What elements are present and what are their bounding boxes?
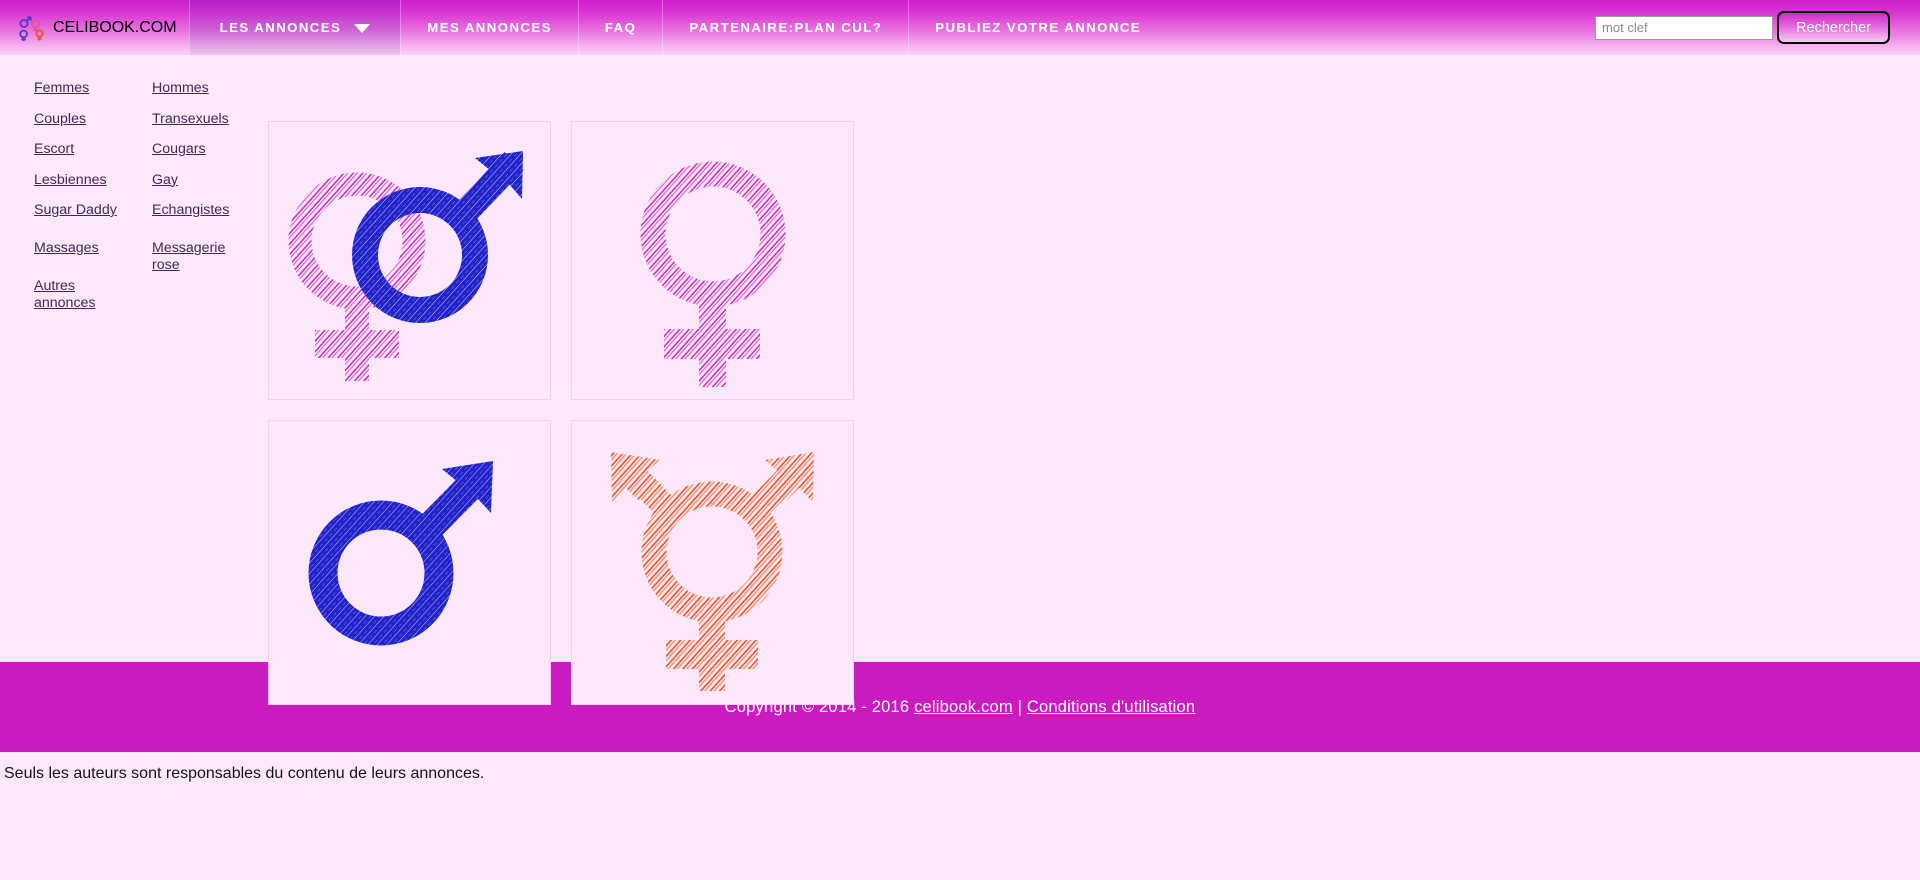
- gender-symbols-icon: [19, 15, 44, 41]
- footer-separator: |: [1012, 697, 1027, 716]
- sidebar-item-femmes[interactable]: Femmes: [34, 80, 89, 96]
- sidebar-item-escort[interactable]: Escort: [34, 141, 74, 157]
- transgender-symbol-tile[interactable]: [571, 420, 854, 705]
- site-header: CELIBOOK.COM LES ANNONCES MES ANNONCES F…: [0, 0, 1920, 55]
- brand-logo-area[interactable]: CELIBOOK.COM: [0, 0, 189, 55]
- male-symbol-icon: [308, 460, 493, 645]
- nav-item-les-annonces[interactable]: LES ANNONCES: [188, 0, 401, 55]
- celibook-link[interactable]: celibook.com: [914, 698, 1013, 716]
- sidebar-column-right: Hommes Transexuels Cougars Gay Echangist…: [152, 80, 270, 326]
- sidebar-item-hommes[interactable]: Hommes: [152, 80, 209, 96]
- brand-name: CELIBOOK.COM: [53, 18, 177, 36]
- male-symbol-tile[interactable]: [268, 420, 551, 705]
- terms-link[interactable]: Conditions d'utilisation: [1027, 698, 1195, 716]
- sidebar-item-autres-annonces[interactable]: Autres annonces: [34, 278, 112, 311]
- sidebar-item-couples[interactable]: Couples: [34, 111, 86, 127]
- couple-symbol-tile[interactable]: [268, 121, 551, 400]
- search-input[interactable]: [1595, 15, 1774, 40]
- nav-item-publiez-votre-annonce[interactable]: PUBLIEZ VOTRE ANNONCE: [908, 0, 1167, 55]
- sidebar-item-messagerie-rose[interactable]: Messagerie rose: [152, 240, 230, 273]
- search-area: Rechercher: [1595, 0, 1920, 55]
- nav-label-les-annonces: LES ANNONCES: [219, 20, 342, 35]
- search-button[interactable]: Rechercher: [1777, 11, 1890, 44]
- transgender-symbol-icon: [610, 451, 814, 691]
- sidebar-item-transexuels[interactable]: Transexuels: [152, 111, 229, 127]
- sidebar-item-sugar-daddy[interactable]: Sugar Daddy: [34, 202, 117, 218]
- nav-item-faq[interactable]: FAQ: [577, 0, 662, 55]
- nav-label-mes-annonces: MES ANNONCES: [427, 20, 552, 35]
- sidebar-item-cougars[interactable]: Cougars: [152, 141, 206, 157]
- female-male-couple-symbol-icon: [288, 150, 523, 381]
- nav-label-partenaire: PARTENAIRE:PLAN CUL?: [689, 20, 883, 35]
- nav-label-publiez: PUBLIEZ VOTRE ANNONCE: [935, 20, 1142, 35]
- sidebar-item-gay[interactable]: Gay: [152, 172, 178, 188]
- sidebar-item-echangistes[interactable]: Echangistes: [152, 202, 229, 218]
- female-symbol-tile[interactable]: [571, 121, 854, 400]
- nav-label-faq: FAQ: [604, 20, 637, 35]
- chevron-down-icon: [354, 24, 371, 33]
- sidebar-item-massages[interactable]: Massages: [34, 240, 99, 256]
- disclaimer-text: Seuls les auteurs sont responsables du c…: [0, 752, 1920, 783]
- nav-item-mes-annonces[interactable]: MES ANNONCES: [400, 0, 578, 55]
- main-content: Femmes Couples Escort Lesbiennes Sugar D…: [0, 55, 1920, 705]
- category-sidebar: Femmes Couples Escort Lesbiennes Sugar D…: [0, 55, 270, 326]
- female-symbol-icon: [640, 161, 785, 387]
- nav-item-partenaire[interactable]: PARTENAIRE:PLAN CUL?: [662, 0, 908, 55]
- sidebar-item-lesbiennes[interactable]: Lesbiennes: [34, 172, 107, 188]
- sidebar-column-left: Femmes Couples Escort Lesbiennes Sugar D…: [34, 80, 152, 326]
- category-tile-grid: [268, 121, 854, 705]
